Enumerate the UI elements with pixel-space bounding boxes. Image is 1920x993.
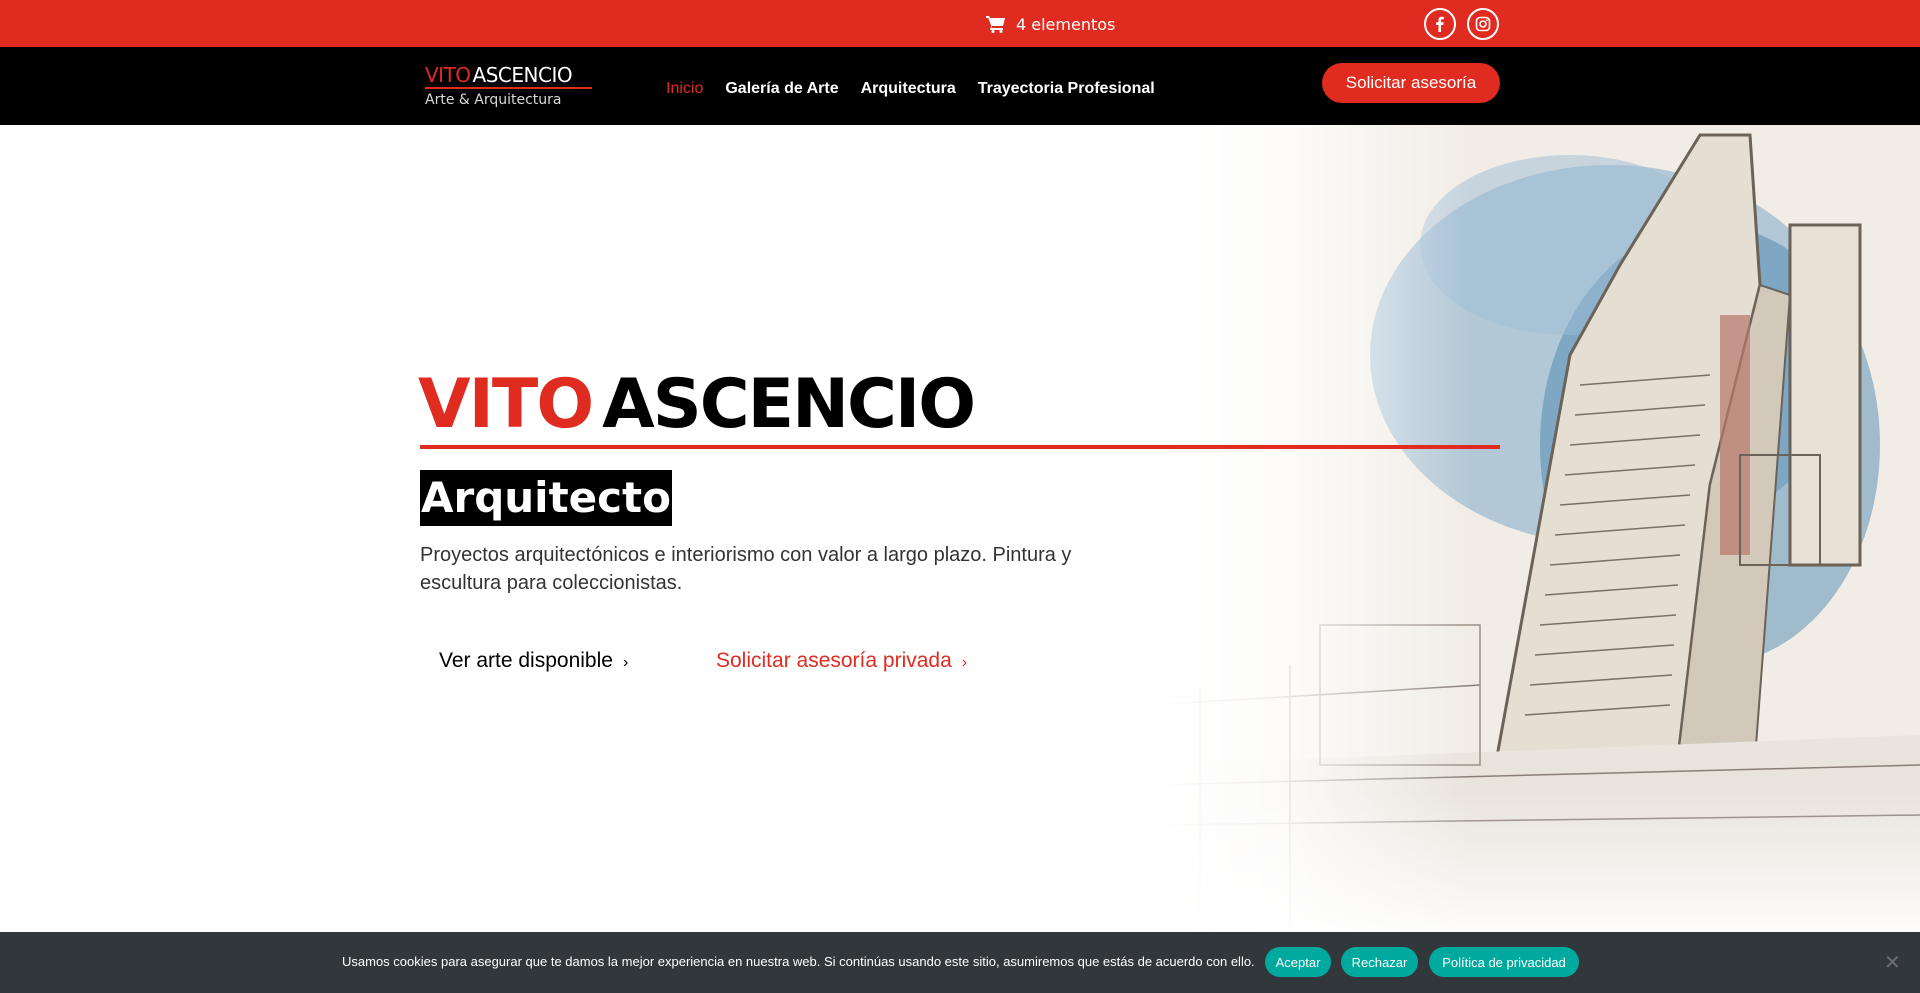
site-logo[interactable]: VITO ASCENCIO Arte & Arquitectura: [425, 64, 593, 108]
view-art-label: Ver arte disponible: [439, 649, 613, 672]
cookie-banner: Usamos cookies para asegurar que te damo…: [0, 932, 1920, 993]
nav-item-galeria[interactable]: Galería de Arte: [725, 80, 838, 98]
hero-role: Arquitecto: [420, 470, 672, 526]
logo-first: VITO: [425, 63, 471, 87]
hero-title: VITO ASCENCIO: [418, 365, 976, 445]
request-advice-button[interactable]: Solicitar asesoría: [1322, 63, 1500, 103]
private-advice-label: Solicitar asesoría privada: [716, 649, 952, 672]
close-icon[interactable]: ✕: [1884, 950, 1901, 974]
cookie-message: Usamos cookies para asegurar que te damo…: [342, 954, 1255, 969]
view-art-link[interactable]: Ver arte disponible ›: [439, 649, 628, 673]
hero-section: VITO ASCENCIO Arquitecto Proyectos arquit…: [0, 125, 1920, 932]
image-fade-bottom: [1150, 792, 1920, 932]
private-advice-link[interactable]: Solicitar asesoría privada ›: [716, 649, 967, 673]
main-nav: Inicio Galería de Arte Arquitectura Tray…: [666, 80, 1155, 98]
facebook-button[interactable]: [1424, 8, 1456, 40]
cookie-reject-button[interactable]: Rechazar: [1341, 947, 1418, 977]
logo-tagline: Arte & Arquitectura: [425, 92, 562, 108]
logo-wordmark: VITO ASCENCIO: [425, 64, 593, 86]
logo-last: ASCENCIO: [472, 63, 573, 87]
main-header: VITO ASCENCIO Arte & Arquitectura Inicio …: [0, 47, 1920, 125]
hero-title-last: ASCENCIO: [602, 365, 976, 444]
nav-item-inicio[interactable]: Inicio: [666, 80, 703, 98]
cookie-accept-button[interactable]: Aceptar: [1265, 947, 1331, 977]
cart-link[interactable]: 4 elementos: [986, 13, 1115, 35]
cart-label: 4 elementos: [1016, 14, 1116, 34]
nav-item-arquitectura[interactable]: Arquitectura: [861, 80, 956, 98]
instagram-button[interactable]: [1467, 8, 1499, 40]
top-bar: 4 elementos: [0, 0, 1920, 47]
hero-title-first: VITO: [418, 365, 594, 444]
facebook-icon: [1436, 16, 1444, 32]
logo-divider: [425, 87, 592, 89]
chevron-right-icon: ›: [622, 654, 629, 671]
nav-item-trayectoria[interactable]: Trayectoria Profesional: [978, 80, 1155, 98]
hero-divider: [420, 445, 1500, 449]
cart-icon: [986, 16, 1005, 33]
privacy-policy-button[interactable]: Política de privacidad: [1429, 947, 1579, 977]
instagram-icon: [1475, 16, 1491, 32]
hero-intro: Proyectos arquitectónicos e interiorismo…: [420, 544, 1072, 594]
chevron-right-icon: ›: [961, 654, 968, 671]
